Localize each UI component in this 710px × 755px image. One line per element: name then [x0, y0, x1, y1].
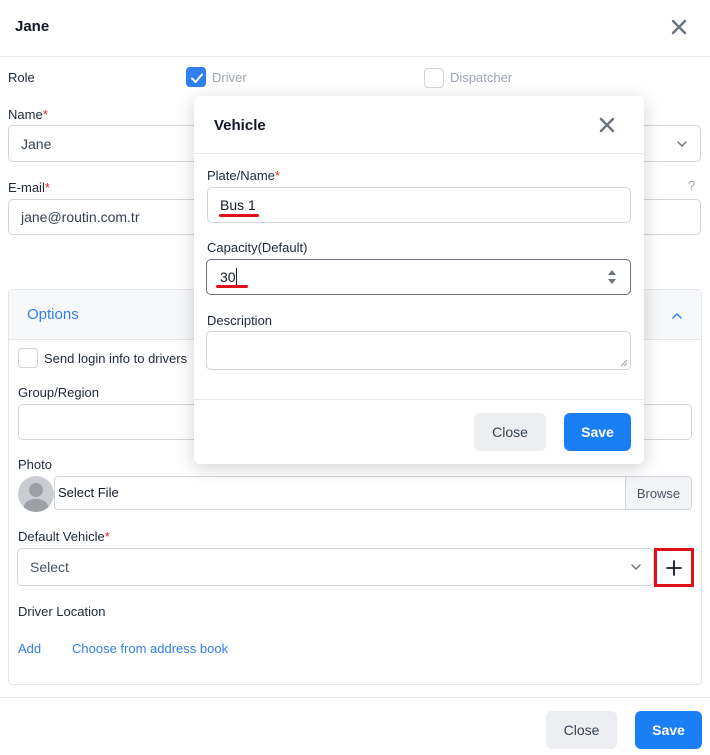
- name-value: Jane: [21, 135, 52, 152]
- annotation-underline: [216, 285, 248, 288]
- photo-file-text: Select File: [58, 485, 119, 500]
- help-icon[interactable]: ?: [688, 178, 695, 193]
- role-label: Role: [8, 70, 35, 85]
- capacity-field[interactable]: 30: [206, 259, 631, 295]
- vehicle-dialog-divider: [194, 399, 644, 400]
- vehicle-dialog-title: Vehicle: [214, 117, 266, 134]
- resize-handle-icon[interactable]: [620, 359, 628, 367]
- check-icon: [191, 73, 203, 83]
- photo-file-input[interactable]: Browse: [54, 476, 692, 510]
- close-icon[interactable]: [595, 113, 619, 137]
- avatar-icon: [18, 476, 54, 512]
- email-label: E-mail*: [8, 180, 50, 195]
- close-button[interactable]: Close: [546, 711, 617, 749]
- capacity-value: 30: [220, 269, 236, 285]
- role-dispatcher-label: Dispatcher: [450, 70, 513, 85]
- annotation-underline: [219, 214, 259, 217]
- send-login-checkbox[interactable]: [18, 348, 38, 368]
- description-label: Description: [207, 313, 273, 328]
- plus-icon: [666, 559, 682, 576]
- add-vehicle-button[interactable]: [654, 548, 694, 587]
- send-login-label: Send login info to drivers: [44, 351, 188, 366]
- default-vehicle-value: Select: [30, 559, 69, 575]
- chevron-down-icon[interactable]: [675, 137, 689, 151]
- options-title: Options: [27, 306, 79, 323]
- plate-label: Plate/Name*: [207, 168, 280, 183]
- email-value: jane@routin.com.tr: [21, 209, 140, 225]
- name-label: Name*: [8, 107, 48, 122]
- role-driver-checkbox[interactable]: [186, 67, 206, 87]
- address-book-link[interactable]: Choose from address book: [72, 641, 228, 656]
- role-dispatcher-checkbox[interactable]: [424, 68, 444, 88]
- vehicle-save-button[interactable]: Save: [564, 413, 631, 451]
- add-location-link[interactable]: Add: [18, 641, 41, 656]
- vehicle-dialog: Vehicle Plate/Name* Bus 1 Capacity(Defau…: [194, 96, 644, 464]
- role-driver-label: Driver: [212, 70, 247, 85]
- modal-title: Jane: [15, 18, 50, 35]
- plate-value: Bus 1: [220, 197, 256, 213]
- footer-divider: [0, 697, 710, 698]
- description-field[interactable]: [206, 331, 631, 370]
- close-icon[interactable]: [667, 15, 691, 39]
- vehicle-dialog-header: Vehicle: [194, 96, 644, 154]
- chevron-up-icon[interactable]: [670, 309, 684, 323]
- save-button[interactable]: Save: [635, 711, 702, 749]
- default-vehicle-select[interactable]: Select: [17, 548, 654, 586]
- group-region-label: Group/Region: [18, 385, 99, 400]
- default-vehicle-label: Default Vehicle*: [18, 529, 110, 544]
- spinner-arrows-icon[interactable]: [607, 267, 617, 287]
- text-cursor: [236, 268, 237, 286]
- driver-location-label: Driver Location: [18, 604, 106, 619]
- chevron-down-icon[interactable]: [629, 560, 643, 574]
- photo-picker: Browse Select File: [18, 476, 692, 512]
- vehicle-close-button[interactable]: Close: [474, 413, 546, 451]
- modal-header: Jane: [0, 0, 710, 57]
- capacity-label: Capacity(Default): [207, 240, 308, 255]
- browse-button[interactable]: Browse: [625, 477, 691, 509]
- plate-field[interactable]: Bus 1: [207, 187, 631, 223]
- photo-label: Photo: [18, 457, 52, 472]
